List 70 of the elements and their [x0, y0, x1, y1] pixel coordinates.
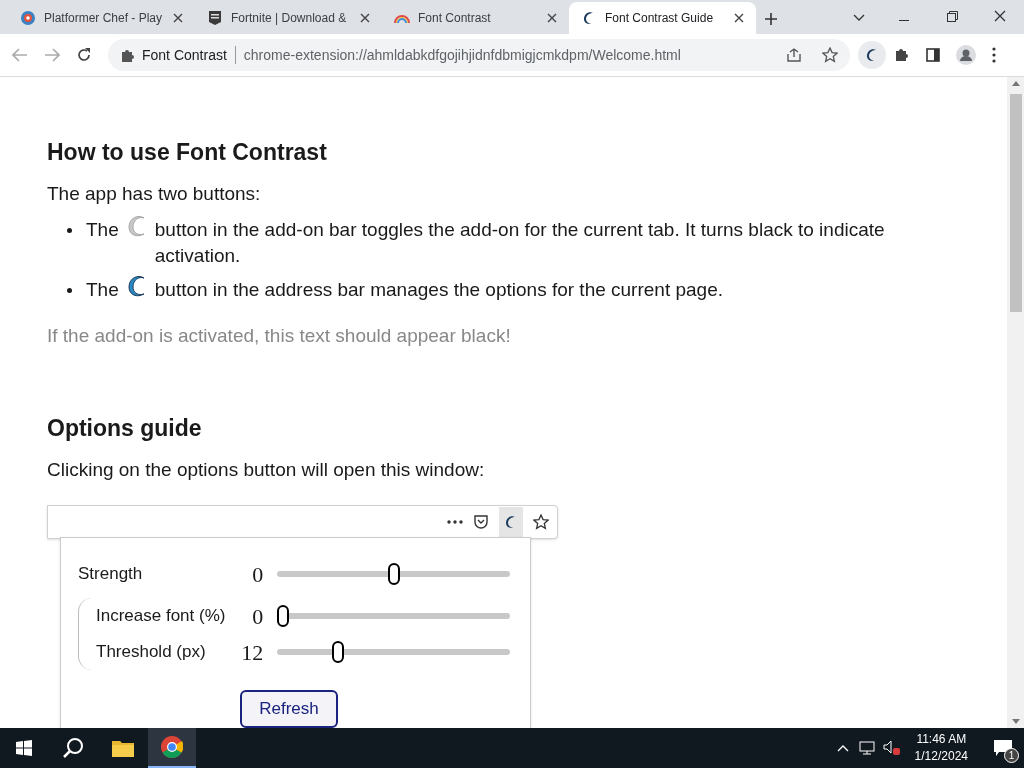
- bullet-text: The: [86, 278, 119, 302]
- slider-thumb[interactable]: [332, 641, 345, 663]
- bullet-text: The: [86, 218, 119, 242]
- slider-value: 0: [251, 560, 264, 589]
- notification-button[interactable]: 1: [984, 728, 1024, 768]
- chevron-up-icon[interactable]: [836, 744, 849, 752]
- paragraph: The app has two buttons:: [47, 182, 262, 206]
- scroll-down-icon[interactable]: [1011, 719, 1020, 724]
- scrollbar-thumb[interactable]: [1009, 94, 1022, 312]
- url-text: chrome-extension://ahmldabkdfgojihjidnfdbmigjcmkdpm/Welcome.html: [243, 45, 682, 65]
- more-icon[interactable]: [992, 47, 996, 63]
- chevron-down-icon[interactable]: [853, 14, 865, 22]
- section-heading: Options guide: [47, 414, 203, 443]
- slider-label: Threshold (px): [96, 641, 207, 664]
- scrollbar[interactable]: [1007, 77, 1024, 728]
- search-icon[interactable]: [62, 737, 84, 759]
- pocket-icon[interactable]: [473, 514, 489, 530]
- slider-value: 12: [240, 638, 264, 667]
- windows-icon[interactable]: [16, 740, 32, 756]
- star-icon[interactable]: [533, 514, 549, 530]
- reload-icon[interactable]: [76, 47, 92, 63]
- taskbar-app-button[interactable]: [148, 728, 196, 768]
- profile-icon[interactable]: [956, 45, 976, 65]
- chrome-icon: [161, 736, 183, 758]
- muted-speaker-icon[interactable]: [882, 740, 901, 756]
- slider-label: Strength: [78, 563, 144, 586]
- section-heading: How to use Font Contrast: [47, 138, 328, 167]
- notification-count: 1: [1004, 748, 1019, 763]
- address-bar[interactable]: Font Contrast chrome-extension://ahmldabkdfgojihjidnfdbmigjcmkdpm/Welcome.html: [108, 39, 850, 71]
- minimize-icon[interactable]: [899, 20, 909, 22]
- extension-button[interactable]: [858, 41, 886, 69]
- paragraph: Clicking on the options button will open this window:: [47, 458, 486, 482]
- slider-thumb[interactable]: [277, 605, 290, 627]
- restore-icon[interactable]: [947, 11, 958, 22]
- star-icon[interactable]: [822, 47, 838, 63]
- browser-tab[interactable]: Font Contrast: [382, 2, 569, 34]
- close-icon[interactable]: [547, 13, 557, 23]
- paragraph: If the add-on is activated, this text should appear black!: [47, 324, 512, 348]
- puzzle-icon: [120, 48, 134, 62]
- clock-date: 1/12/2024: [914, 748, 968, 765]
- slider[interactable]: [277, 641, 510, 663]
- bullet-icon: [67, 228, 72, 233]
- game-icon: [20, 10, 36, 26]
- slider[interactable]: [277, 563, 510, 585]
- bullet-text: button in the add-on bar toggles the add-on for the current tab. It turns black to indicate activation.: [154, 218, 886, 268]
- site-label: Font Contrast: [142, 45, 227, 65]
- puzzle-icon[interactable]: [894, 47, 910, 63]
- close-icon[interactable]: [360, 13, 370, 23]
- shield-icon: [207, 10, 223, 26]
- scroll-up-icon[interactable]: [1011, 81, 1020, 86]
- bullet-text: button in the address bar manages the options for the current page.: [154, 278, 724, 302]
- browser-tab[interactable]: Platformer Chef - Play: [8, 2, 195, 34]
- more-icon[interactable]: [447, 520, 463, 524]
- slider[interactable]: [277, 605, 510, 627]
- slider-value: 0: [251, 602, 264, 631]
- refresh-button[interactable]: Refresh: [240, 690, 338, 728]
- extension-button[interactable]: [499, 507, 523, 537]
- folder-icon[interactable]: [112, 739, 134, 757]
- share-icon[interactable]: [786, 48, 802, 62]
- bullet-icon: [67, 288, 72, 293]
- slider-label: Increase font (%): [96, 605, 227, 628]
- browser-tab[interactable]: Font Contrast Guide: [569, 2, 756, 34]
- side-panel-icon[interactable]: [926, 48, 940, 62]
- close-icon[interactable]: [994, 10, 1006, 22]
- clock-time: 11:46 AM: [916, 731, 967, 748]
- close-icon[interactable]: [734, 13, 744, 23]
- close-icon[interactable]: [173, 13, 183, 23]
- browser-tab[interactable]: Fortnite | Download &: [195, 2, 382, 34]
- slider-thumb[interactable]: [387, 563, 400, 585]
- new-tab-icon[interactable]: [764, 12, 778, 26]
